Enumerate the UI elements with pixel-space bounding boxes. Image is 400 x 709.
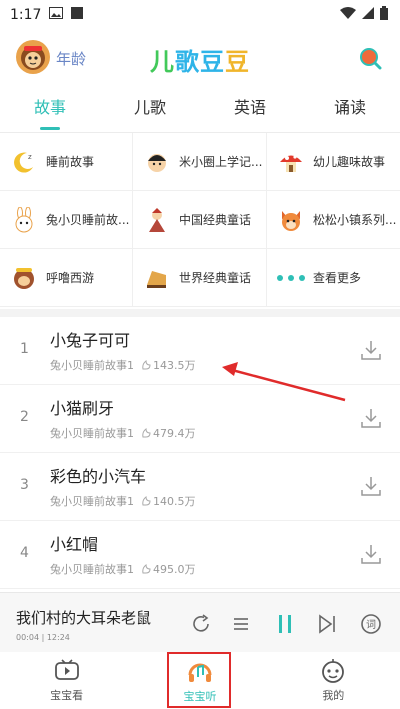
next-track-icon[interactable] bbox=[316, 613, 338, 635]
tv-icon bbox=[54, 658, 80, 687]
lyrics-icon[interactable]: 词 bbox=[360, 613, 382, 635]
piano-icon bbox=[143, 264, 171, 292]
bottom-nav: 宝宝看 宝宝听 我的 bbox=[0, 652, 400, 709]
nav-mine[interactable]: 我的 bbox=[267, 652, 400, 709]
now-playing-time: 00:04 | 12:24 bbox=[16, 633, 70, 642]
category-world-fairy-tales[interactable]: 世界经典童话 bbox=[133, 249, 267, 307]
search-icon[interactable] bbox=[358, 46, 382, 70]
download-icon[interactable] bbox=[360, 475, 382, 497]
chinese-opera-icon bbox=[143, 206, 171, 234]
story-index: 3 bbox=[20, 477, 29, 493]
tab-songs[interactable]: 儿歌 bbox=[100, 90, 200, 132]
svg-text:词: 词 bbox=[366, 619, 376, 631]
age-selector[interactable]: 年龄 bbox=[56, 48, 86, 69]
story-index: 4 bbox=[20, 545, 29, 561]
active-tab-indicator bbox=[40, 127, 60, 130]
pause-icon[interactable] bbox=[274, 613, 296, 635]
monkey-icon bbox=[10, 264, 38, 292]
story-album: 兔小贝睡前故事1 bbox=[50, 359, 134, 372]
story-meta: 兔小贝睡前故事1 143.5万 bbox=[50, 357, 196, 373]
nav-baby-watch[interactable]: 宝宝看 bbox=[0, 652, 133, 709]
robot-face-icon bbox=[320, 658, 346, 687]
play-count-icon bbox=[142, 360, 151, 370]
squirrel-icon bbox=[277, 206, 305, 234]
category-chinese-fairy-tales[interactable]: 中国经典童话 bbox=[133, 191, 267, 249]
category-bedtime-stories[interactable]: z 睡前故事 bbox=[0, 133, 133, 191]
download-icon[interactable] bbox=[360, 339, 382, 361]
highlight-box bbox=[167, 652, 232, 708]
monkey-avatar-icon[interactable] bbox=[16, 40, 50, 74]
now-playing-title: 我们村的大耳朵老鼠 bbox=[16, 609, 152, 627]
story-meta: 兔小贝睡前故事1 479.4万 bbox=[50, 425, 196, 441]
story-index: 2 bbox=[20, 409, 29, 425]
category-fun-stories[interactable]: 幼儿趣味故事 bbox=[267, 133, 400, 191]
story-title: 小红帽 bbox=[50, 535, 99, 554]
category-rabbit-bedtime[interactable]: 兔小贝睡前故... bbox=[0, 191, 133, 249]
nav-label: 宝宝看 bbox=[50, 689, 84, 702]
story-album: 兔小贝睡前故事1 bbox=[50, 563, 134, 576]
moon-sleep-icon: z bbox=[10, 148, 38, 176]
boy-character-icon bbox=[143, 148, 171, 176]
category-tabs: 故事 儿歌 英语 诵读 bbox=[0, 90, 400, 132]
svg-text:z: z bbox=[28, 153, 32, 161]
story-title: 小猫刷牙 bbox=[50, 399, 115, 418]
play-count-icon bbox=[142, 496, 151, 506]
story-list: 1 小兔子可可 兔小贝睡前故事1 143.5万 2 小猫刷牙 兔小贝睡前故事1 … bbox=[0, 317, 400, 589]
mushroom-house-icon bbox=[277, 148, 305, 176]
gallery-icon bbox=[49, 7, 64, 23]
category-hulu-journey-west[interactable]: 呼噜西游 bbox=[0, 249, 133, 307]
wifi-icon bbox=[340, 7, 356, 23]
story-plays: 140.5万 bbox=[153, 495, 196, 508]
section-divider bbox=[0, 309, 400, 317]
story-title: 小兔子可可 bbox=[50, 331, 131, 350]
notification-square-icon bbox=[71, 7, 84, 23]
mini-player[interactable]: 我们村的大耳朵老鼠 00:04 | 12:24 词 bbox=[0, 592, 400, 652]
story-plays: 143.5万 bbox=[153, 359, 196, 372]
tab-english[interactable]: 英语 bbox=[200, 90, 300, 132]
rabbit-icon bbox=[10, 206, 38, 234]
story-row[interactable]: 4 小红帽 兔小贝睡前故事1 495.0万 bbox=[0, 521, 400, 589]
story-plays: 495.0万 bbox=[153, 563, 196, 576]
repeat-icon[interactable] bbox=[190, 613, 212, 635]
nav-baby-listen[interactable]: 宝宝听 bbox=[133, 652, 266, 709]
playlist-icon[interactable] bbox=[230, 613, 252, 635]
story-album: 兔小贝睡前故事1 bbox=[50, 427, 134, 440]
story-album: 兔小贝睡前故事1 bbox=[50, 495, 134, 508]
category-songsong-town[interactable]: 松松小镇系列... bbox=[267, 191, 400, 249]
category-mixiaoquan[interactable]: 米小圈上学记... bbox=[133, 133, 267, 191]
category-view-more[interactable]: 查看更多 bbox=[267, 249, 400, 307]
signal-icon bbox=[362, 7, 374, 23]
story-row[interactable]: 3 彩色的小汽车 兔小贝睡前故事1 140.5万 bbox=[0, 453, 400, 521]
story-title: 彩色的小汽车 bbox=[50, 467, 147, 486]
story-plays: 479.4万 bbox=[153, 427, 196, 440]
tab-recitation[interactable]: 诵读 bbox=[300, 90, 400, 132]
download-icon[interactable] bbox=[360, 407, 382, 429]
story-meta: 兔小贝睡前故事1 140.5万 bbox=[50, 493, 196, 509]
battery-icon bbox=[380, 6, 388, 24]
more-dots-icon bbox=[277, 274, 305, 281]
status-time: 1:17 bbox=[10, 7, 42, 23]
story-meta: 兔小贝睡前故事1 495.0万 bbox=[50, 561, 196, 577]
tab-stories[interactable]: 故事 bbox=[0, 90, 100, 132]
status-bar: 1:17 bbox=[0, 0, 400, 30]
app-logo: 儿歌豆豆 bbox=[150, 48, 250, 76]
category-grid: z 睡前故事 米小圈上学记... 幼儿趣味故事 兔小贝睡前故... 中国经典童话… bbox=[0, 133, 400, 309]
story-row[interactable]: 2 小猫刷牙 兔小贝睡前故事1 479.4万 bbox=[0, 385, 400, 453]
play-count-icon bbox=[142, 564, 151, 574]
download-icon[interactable] bbox=[360, 543, 382, 565]
play-count-icon bbox=[142, 428, 151, 438]
nav-label: 我的 bbox=[322, 689, 345, 702]
story-index: 1 bbox=[20, 341, 29, 357]
story-row[interactable]: 1 小兔子可可 兔小贝睡前故事1 143.5万 bbox=[0, 317, 400, 385]
top-bar: 年龄 儿歌豆豆 bbox=[0, 34, 400, 82]
